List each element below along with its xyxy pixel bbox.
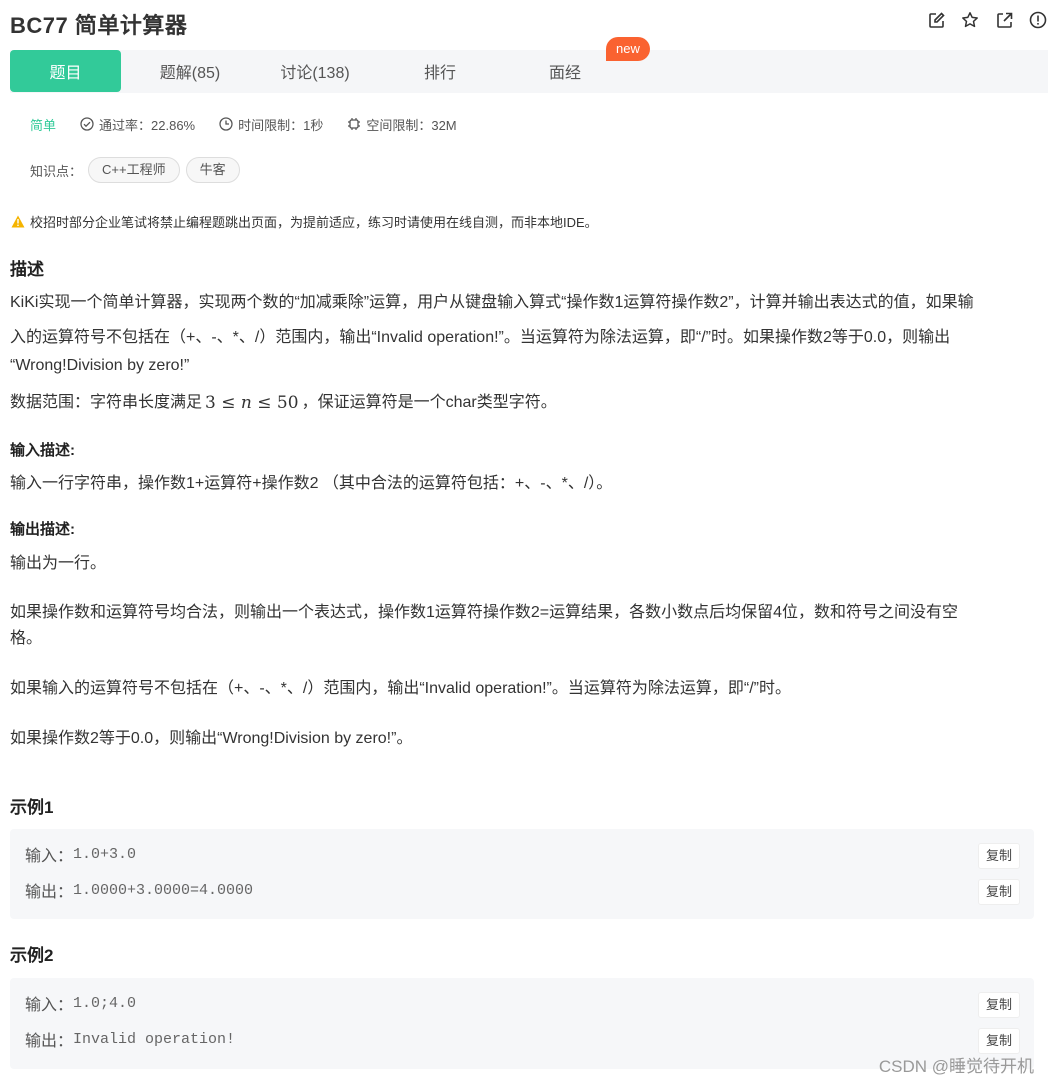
data-range-formula: 3 ≤ n ≤ 50 (205, 393, 299, 413)
tab-ranking[interactable]: 排行 (390, 50, 490, 92)
pass-rate: 通过率：22.86% (80, 115, 195, 134)
example1-output-value: 1.0000+3.0000=4.0000 (73, 881, 254, 899)
space-limit-text: 空间限制：32M (366, 117, 457, 133)
space-limit: 空间限制：32M (347, 115, 457, 134)
example2-heading: 示例2 (10, 946, 54, 965)
example1-output: 输出： 1.0000+3.0000=4.0000 (25, 881, 254, 902)
output-desc-p1: 输出为一行。 (10, 555, 107, 572)
time-limit: 时间限制：1秒 (219, 115, 323, 134)
csdn-watermark: CSDN @睡觉待开机 (878, 1057, 1034, 1076)
description-heading: 描述 (10, 260, 44, 279)
new-badge: new (606, 37, 650, 61)
description-line: 入的运算符号不包括在（+、-、*、/）范围内，输出“Invalid operat… (10, 329, 951, 346)
output-desc-p4: 如果操作数2等于0.0，则输出“Wrong!Division by zero!”… (10, 730, 413, 747)
input-desc-heading: 输入描述: (10, 442, 75, 459)
star-icon[interactable] (960, 10, 980, 30)
output-desc-p2: 如果操作数和运算符号均合法，则输出一个表达式，操作数1运算符操作数2=运算结果，… (10, 604, 959, 647)
page-title: BC77 简单计算器 (10, 13, 188, 38)
problem-meta: 简单 通过率：22.86% 时间限制：1秒 空间限制：32M (30, 113, 481, 135)
description-line: “Wrong!Division by zero!” (10, 357, 190, 374)
input-desc-text: 输入一行字符串，操作数1+运算符+操作数2 （其中合法的运算符包括：+、-、*、… (10, 475, 613, 492)
description-line: KiKi实现一个简单计算器，实现两个数的“加减乘除”运算，用户从键盘输入算式“操… (10, 294, 974, 311)
time-limit-text: 时间限制：1秒 (238, 117, 324, 133)
description-text: KiKi实现一个简单计算器，实现两个数的“加减乘除”运算，用户从键盘输入算式“操… (10, 290, 1040, 379)
exam-warning: 校招时部分企业笔试将禁止编程题跳出页面，为提前适应，练习时请使用在线自测，而非本… (11, 212, 598, 231)
data-range: 数据范围：字符串长度满足 3 ≤ n ≤ 50 ，保证运算符是一个char类型字… (10, 390, 1040, 416)
problem-tabs: 题目 题解(85) 讨论(138) 排行 面经 new (10, 37, 1048, 93)
copy-button[interactable]: 复制 (977, 992, 1020, 1018)
tab-solutions[interactable]: 题解(85) (140, 50, 240, 92)
report-icon[interactable] (1028, 10, 1048, 30)
pass-rate-text: 通过率：22.86% (99, 117, 196, 133)
tab-problem[interactable]: 题目 (10, 50, 121, 92)
knowledge-tags: 知识点： C++工程师 牛客 (30, 157, 240, 183)
output-desc-heading: 输出描述: (10, 521, 75, 538)
example1-heading-wrap: 示例1 (10, 793, 1040, 818)
share-icon[interactable] (994, 10, 1014, 30)
tag-cpp-engineer[interactable]: C++工程师 (88, 157, 180, 183)
check-circle-icon (80, 117, 94, 131)
example2-output: 输出： Invalid operation! (25, 1030, 236, 1051)
copy-button[interactable]: 复制 (977, 879, 1020, 905)
clock-icon (219, 117, 233, 131)
title-actions (926, 10, 1048, 30)
example1-box: 输入： 1.0+3.0 复制 输出： 1.0000+3.0000=4.0000 … (10, 829, 1034, 919)
example2-input-value: 1.0;4.0 (73, 994, 137, 1012)
description-section: 描述 (10, 255, 1040, 280)
copy-button[interactable]: 复制 (977, 843, 1020, 869)
tag-nowcoder[interactable]: 牛客 (185, 157, 240, 183)
input-desc-section: 输入描述: (10, 439, 1040, 460)
warning-icon (11, 215, 25, 228)
tags-label: 知识点： (30, 163, 83, 179)
example1-heading: 示例1 (10, 798, 54, 817)
chip-icon (348, 118, 361, 130)
output-desc-p3: 如果输入的运算符号不包括在（+、-、*、/）范围内，输出“Invalid ope… (10, 680, 791, 697)
example1-input: 输入： 1.0+3.0 (25, 845, 137, 866)
problem-title-bar: BC77 简单计算器 (10, 8, 187, 40)
tab-discussion[interactable]: 讨论(138) (265, 50, 365, 92)
edit-icon[interactable] (926, 10, 946, 30)
example2-heading-wrap: 示例2 (10, 941, 1040, 966)
example2-input: 输入： 1.0;4.0 (25, 994, 137, 1015)
difficulty-level: 简单 (30, 117, 57, 133)
warning-text: 校招时部分企业笔试将禁止编程题跳出页面，为提前适应，练习时请使用在线自测，而非本… (30, 215, 598, 230)
example2-output-value: Invalid operation! (73, 1030, 236, 1048)
data-range-prefix: 数据范围：字符串长度满足 (10, 394, 203, 411)
tab-interview[interactable]: 面经 (515, 50, 615, 92)
output-desc-section: 输出描述: (10, 518, 1040, 539)
data-range-suffix: ，保证运算符是一个char类型字符。 (301, 394, 557, 411)
example1-input-value: 1.0+3.0 (73, 845, 137, 863)
copy-button[interactable]: 复制 (977, 1028, 1020, 1054)
